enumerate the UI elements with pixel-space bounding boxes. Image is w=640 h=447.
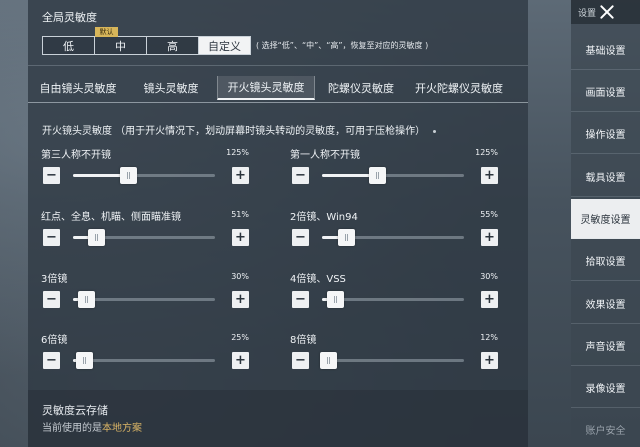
sidebar-item-basic[interactable]: 基础设置: [571, 30, 640, 70]
cloud-current-plan: 当前使用的是本地方案: [42, 419, 142, 434]
slider-thumb[interactable]: [319, 352, 337, 369]
slider-value: 30%: [231, 272, 249, 281]
increase-button[interactable]: +: [481, 167, 498, 184]
divider: [28, 65, 528, 66]
sensitivity-tabs: 自由镜头灵敏度 镜头灵敏度 开火镜头灵敏度 陀螺仪灵敏度 开火陀螺仪灵敏度: [28, 76, 528, 102]
slider-track[interactable]: [73, 167, 215, 184]
slider-thumb[interactable]: [87, 229, 105, 246]
increase-button[interactable]: +: [481, 229, 498, 246]
slider-value: 51%: [231, 210, 249, 219]
tab-camera[interactable]: 镜头灵敏度: [128, 76, 214, 100]
slider-track[interactable]: [322, 167, 464, 184]
increase-button[interactable]: +: [232, 291, 249, 308]
slider-label: 第一人称不开镜: [290, 150, 360, 161]
slider-value: 55%: [480, 210, 498, 219]
decrease-button[interactable]: −: [43, 167, 60, 184]
decrease-button[interactable]: −: [43, 291, 60, 308]
slider-track[interactable]: [319, 352, 464, 369]
decrease-button[interactable]: −: [292, 229, 309, 246]
preset-hint: ( 选择“低”、“中”、“高”，恢复至对应的灵敏度 ): [256, 41, 429, 50]
preset-segmented-control: 低 中 高 自定义: [42, 36, 251, 55]
increase-button[interactable]: +: [232, 352, 249, 369]
preset-low-button[interactable]: 低: [42, 36, 95, 55]
tabs-underline: [28, 102, 528, 103]
slider-thumb[interactable]: [76, 352, 94, 369]
cloud-current-prefix: 当前使用的是: [42, 423, 102, 434]
slider-thumb[interactable]: [338, 229, 356, 246]
slider-value: 125%: [475, 148, 498, 157]
cloud-current-value[interactable]: 本地方案: [102, 423, 142, 434]
slider-value: 125%: [226, 148, 249, 157]
slider-third-person-no-scope: 第三人称不开镜 125% − +: [41, 146, 249, 192]
slider-label: 2倍镜、Win94: [290, 212, 358, 223]
decrease-button[interactable]: −: [292, 352, 309, 369]
sidebar-item-graphics[interactable]: 画面设置: [571, 72, 640, 112]
section-description-text: 开火镜头灵敏度 （用于开火情况下，划动屏幕时镜头转动的灵敏度，可用于压枪操作）: [42, 126, 426, 137]
slider-thumb[interactable]: [120, 167, 138, 184]
slider-track[interactable]: [322, 291, 464, 308]
tab-fire-camera[interactable]: 开火镜头灵敏度: [217, 76, 315, 100]
slider-track[interactable]: [73, 291, 215, 308]
dot-icon: [433, 129, 437, 133]
tab-gyroscope[interactable]: 陀螺仪灵敏度: [318, 76, 404, 100]
cloud-storage-title: 灵敏度云存储: [42, 404, 108, 417]
slider-track[interactable]: [73, 352, 215, 369]
slider-4x-vss: 4倍镜、VSS 30% − +: [290, 270, 498, 316]
increase-button[interactable]: +: [232, 167, 249, 184]
sidebar-item-effects[interactable]: 效果设置: [571, 284, 640, 324]
slider-label: 红点、全息、机瞄、侧面瞄准镜: [41, 212, 181, 223]
slider-2x-win94: 2倍镜、Win94 55% − +: [290, 208, 498, 254]
slider-track[interactable]: [322, 229, 464, 246]
slider-label: 8倍镜: [290, 335, 317, 346]
increase-button[interactable]: +: [481, 352, 498, 369]
slider-red-dot-holo: 红点、全息、机瞄、侧面瞄准镜 51% − +: [41, 208, 249, 254]
slider-6x-scope: 6倍镜 25% − +: [41, 331, 249, 377]
slider-value: 30%: [480, 272, 498, 281]
decrease-button[interactable]: −: [43, 229, 60, 246]
default-badge: 默认: [95, 27, 118, 37]
sidebar-item-vehicle[interactable]: 载具设置: [571, 157, 640, 197]
section-description: 开火镜头灵敏度 （用于开火情况下，划动屏幕时镜头转动的灵敏度，可用于压枪操作）: [42, 122, 437, 137]
slider-label: 3倍镜: [41, 274, 68, 285]
sidebar-item-sensitivity[interactable]: 灵敏度设置: [571, 199, 640, 239]
preset-custom-button[interactable]: 自定义: [198, 36, 251, 55]
slider-value: 25%: [231, 333, 249, 342]
preset-medium-button[interactable]: 中: [94, 36, 147, 55]
slider-first-person-no-scope: 第一人称不开镜 125% − +: [290, 146, 498, 192]
preset-high-button[interactable]: 高: [146, 36, 199, 55]
slider-thumb[interactable]: [77, 291, 95, 308]
slider-8x-scope: 8倍镜 12% − +: [290, 331, 498, 377]
slider-thumb[interactable]: [369, 167, 387, 184]
increase-button[interactable]: +: [232, 229, 249, 246]
sidebar-item-sound[interactable]: 声音设置: [571, 326, 640, 366]
sidebar-item-pickup[interactable]: 拾取设置: [571, 241, 640, 281]
slider-thumb[interactable]: [326, 291, 344, 308]
global-sensitivity-title: 全局灵敏度: [42, 11, 97, 24]
close-icon[interactable]: [599, 4, 615, 20]
slider-label: 4倍镜、VSS: [290, 274, 346, 285]
sidebar-item-replay[interactable]: 录像设置: [571, 368, 640, 408]
sidebar-item-account-security[interactable]: 账户安全: [571, 410, 640, 447]
tab-free-camera[interactable]: 自由镜头灵敏度: [28, 76, 128, 100]
decrease-button[interactable]: −: [292, 291, 309, 308]
slider-label: 第三人称不开镜: [41, 150, 111, 161]
decrease-button[interactable]: −: [43, 352, 60, 369]
slider-value: 12%: [480, 333, 498, 342]
slider-label: 6倍镜: [41, 335, 68, 346]
sidebar-header-label: 设置: [578, 9, 597, 19]
decrease-button[interactable]: −: [292, 167, 309, 184]
increase-button[interactable]: +: [481, 291, 498, 308]
slider-track[interactable]: [73, 229, 215, 246]
sidebar-item-controls[interactable]: 操作设置: [571, 114, 640, 154]
tab-fire-gyroscope[interactable]: 开火陀螺仪灵敏度: [406, 76, 512, 100]
slider-3x-scope: 3倍镜 30% − +: [41, 270, 249, 316]
